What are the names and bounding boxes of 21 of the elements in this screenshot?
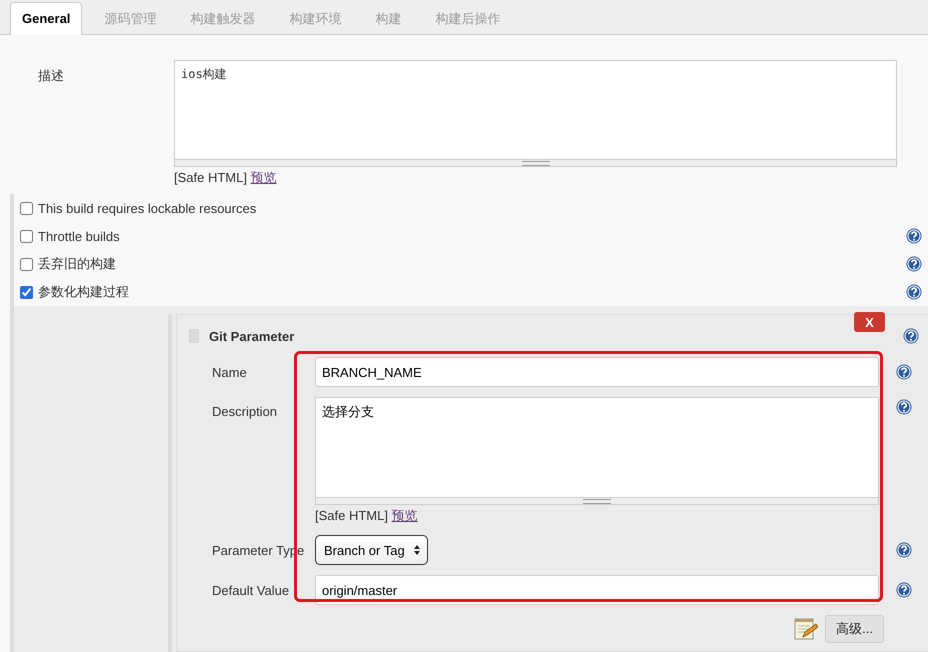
preview-link[interactable]: 预览 (392, 508, 418, 523)
field-label: 描述 (37, 67, 65, 85)
format-label: [Safe HTML] (315, 508, 388, 523)
field-label: Default Value (212, 582, 290, 598)
advanced-button[interactable]: 高级... (825, 615, 884, 643)
section-title: Git Parameter (209, 328, 296, 344)
tab[interactable]: General (10, 2, 82, 35)
text-field[interactable]: BRANCH_NAME (315, 357, 879, 387)
checkbox-label: 参数化构建过程 (38, 283, 130, 301)
checkbox-label: Throttle builds (38, 228, 121, 244)
field-label: Description (212, 403, 278, 419)
parameter-type-select[interactable]: Branch or Tag (315, 535, 428, 565)
description-field[interactable]: 选择分支 (315, 397, 879, 498)
delete-button[interactable]: X (854, 312, 885, 332)
preview-link[interactable]: 预览 (250, 170, 277, 185)
checkbox-label: This build requires lockable resources (38, 200, 258, 216)
checkbox-label: 丢弃旧的构建 (38, 255, 117, 273)
format-label: [Safe HTML] (174, 170, 247, 185)
description-field[interactable]: ios构建 (174, 60, 897, 160)
text-field[interactable]: origin/master (315, 575, 879, 605)
field-label: Name (212, 364, 248, 380)
